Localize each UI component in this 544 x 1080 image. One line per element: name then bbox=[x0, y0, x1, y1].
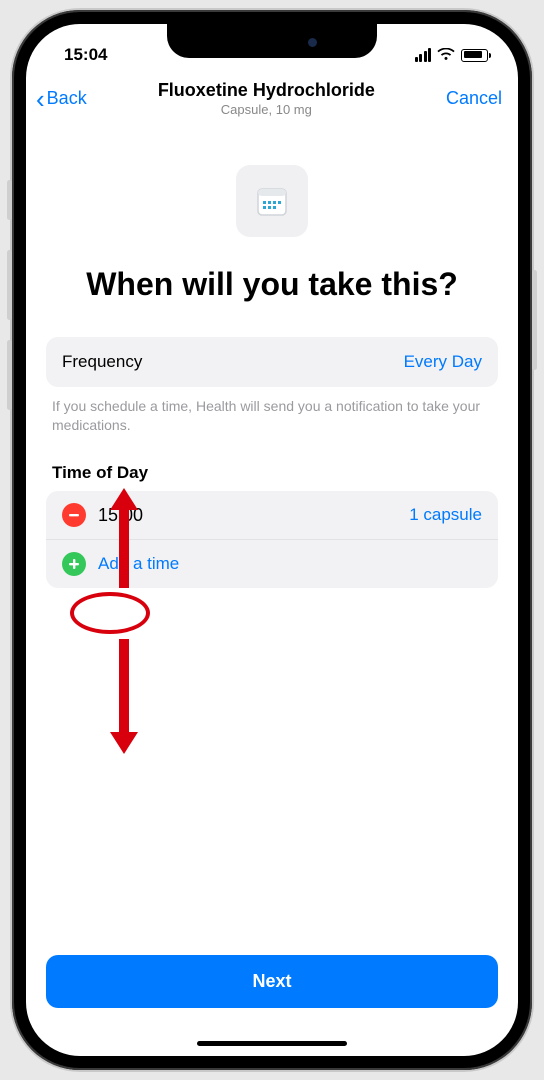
battery-icon bbox=[461, 49, 488, 62]
side-button bbox=[7, 340, 12, 410]
time-card: 15:00 1 capsule Add a time bbox=[46, 491, 498, 588]
page-subtitle: Capsule, 10 mg bbox=[87, 102, 446, 117]
minus-icon bbox=[67, 508, 81, 522]
page-title: Fluoxetine Hydrochloride bbox=[87, 80, 446, 101]
wifi-icon bbox=[437, 48, 455, 62]
heading: When will you take this? bbox=[46, 265, 498, 303]
add-time-button[interactable] bbox=[62, 552, 86, 576]
annotation-arrow-down bbox=[110, 639, 138, 754]
nav-title-group: Fluoxetine Hydrochloride Capsule, 10 mg bbox=[87, 80, 446, 117]
content: When will you take this? Frequency Every… bbox=[26, 127, 518, 1056]
time-value[interactable]: 15:00 bbox=[98, 505, 143, 526]
back-button[interactable]: ‹ Back bbox=[36, 86, 87, 112]
next-button[interactable]: Next bbox=[46, 955, 498, 1008]
add-time-row[interactable]: Add a time bbox=[46, 539, 498, 588]
dosage-value[interactable]: 1 capsule bbox=[409, 505, 482, 525]
time-row: 15:00 1 capsule bbox=[46, 491, 498, 539]
remove-time-button[interactable] bbox=[62, 503, 86, 527]
status-time: 15:04 bbox=[64, 45, 107, 65]
home-indicator[interactable] bbox=[197, 1041, 347, 1046]
plus-icon bbox=[67, 557, 81, 571]
side-button bbox=[7, 180, 12, 220]
hero-icon-wrap bbox=[46, 165, 498, 237]
frequency-value: Every Day bbox=[404, 352, 482, 372]
status-icons bbox=[415, 48, 489, 62]
chevron-left-icon: ‹ bbox=[36, 86, 45, 112]
cellular-icon bbox=[415, 48, 432, 62]
hint-text: If you schedule a time, Health will send… bbox=[46, 387, 498, 435]
phone-frame: 15:04 ‹ Back Fluoxetine Hydrochloride Ca… bbox=[12, 10, 532, 1070]
time-section-label: Time of Day bbox=[52, 463, 498, 483]
side-button bbox=[532, 270, 537, 370]
annotation-circle bbox=[70, 592, 150, 634]
cancel-button[interactable]: Cancel bbox=[446, 88, 502, 109]
calendar-icon bbox=[236, 165, 308, 237]
side-button bbox=[7, 250, 12, 320]
add-time-label: Add a time bbox=[98, 554, 179, 574]
frequency-label: Frequency bbox=[62, 352, 142, 372]
notch bbox=[167, 24, 377, 58]
back-label: Back bbox=[47, 88, 87, 109]
screen: 15:04 ‹ Back Fluoxetine Hydrochloride Ca… bbox=[26, 24, 518, 1056]
nav-bar: ‹ Back Fluoxetine Hydrochloride Capsule,… bbox=[26, 72, 518, 127]
frequency-card[interactable]: Frequency Every Day bbox=[46, 337, 498, 387]
